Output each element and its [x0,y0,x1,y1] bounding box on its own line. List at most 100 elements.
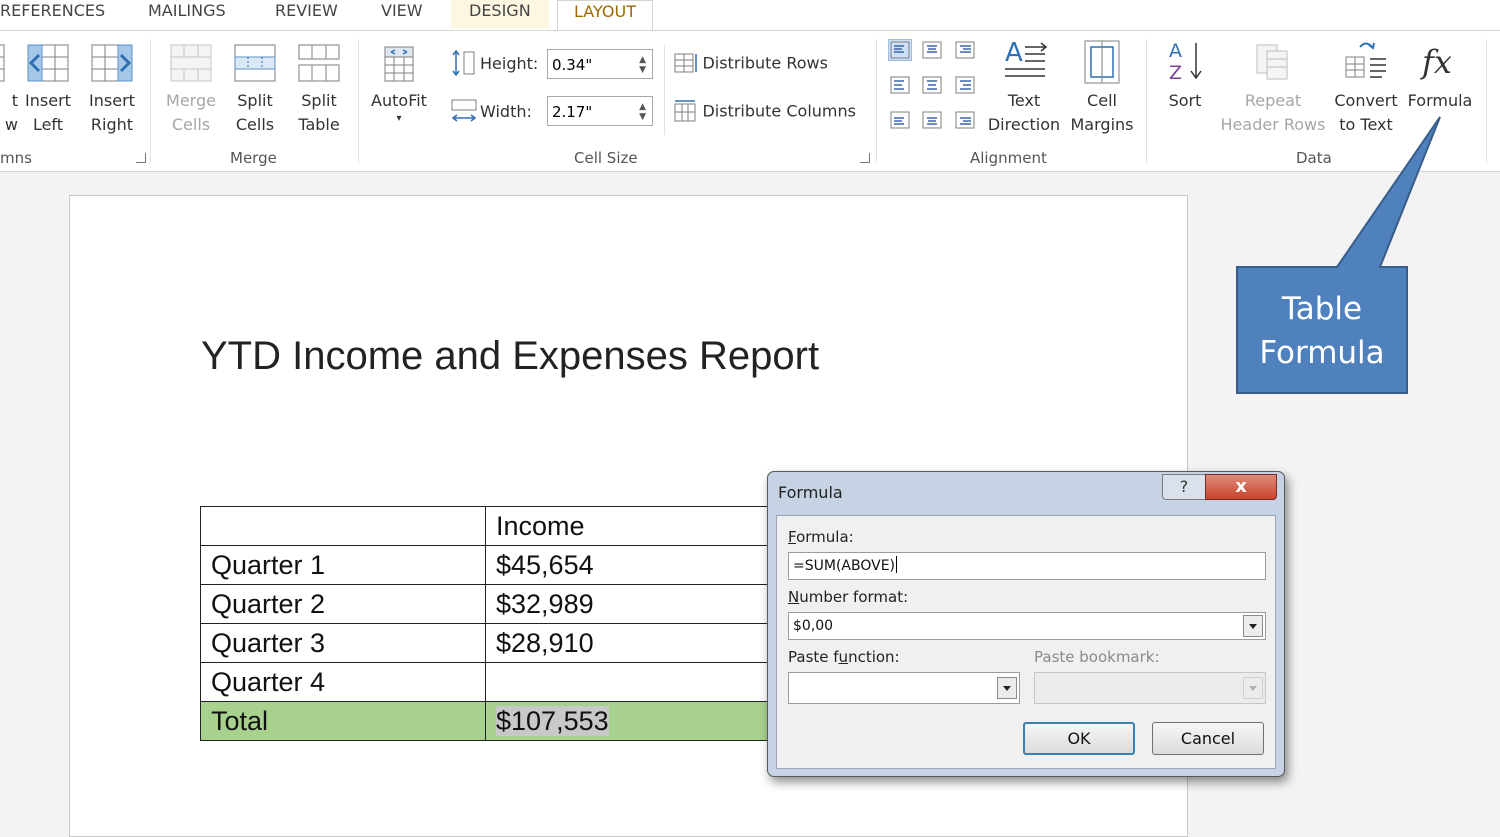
dialog-close-button[interactable]: x [1205,474,1277,500]
paste-bookmark-label: Paste bookmark: [1034,648,1160,666]
paste-function-select[interactable] [788,672,1020,704]
cell-alignment-icons [890,41,975,129]
merge-cells-icon [170,44,212,82]
sort-button[interactable]: A Z Sort [1160,37,1210,113]
autofit-button[interactable]: AutoFit ▾ [366,41,432,125]
split-table-label-2: Table [298,115,340,134]
total-income-value: $107,553 [496,705,609,736]
row-label[interactable]: Quarter 4 [200,662,486,702]
split-table-button[interactable]: Split Table [292,41,346,137]
convert-to-text-icon [1345,42,1386,78]
formula-label-accel: F [788,528,797,546]
row-label[interactable]: Quarter 2 [200,584,486,624]
number-format-label: Number format: [788,588,908,606]
insert-right-button[interactable]: Insert Right [86,41,138,137]
distribute-rows-button[interactable]: Distribute Rows [672,51,828,75]
formula-label: Formula [1407,91,1473,110]
height-increase-icon[interactable]: ▲ [639,56,646,65]
chevron-down-icon [1249,686,1257,691]
width-increase-icon[interactable]: ▲ [639,103,646,112]
paste-function-label-accel: u [838,648,849,666]
text-direction-button[interactable]: A Text Direction [986,37,1062,137]
paste-function-dropdown-button[interactable] [997,677,1017,699]
callout-label: Table Formula [1238,287,1406,375]
group-label-alignment: Alignment [970,149,1047,167]
insert-below-label-1: t [11,91,18,110]
row-income[interactable] [485,662,771,702]
callout-line-2: Formula [1259,335,1385,371]
row-height-icon [452,49,475,77]
tab-references[interactable]: REFERENCES [0,0,105,28]
svg-text:fx: fx [1420,43,1452,81]
repeat-header-rows-label-1: Repeat [1244,91,1302,110]
height-spinner[interactable]: 0.34" ▲ ▼ [547,49,653,79]
cell-margins-icon [1084,40,1120,84]
total-label[interactable]: Total [200,701,486,741]
dialog-body: Formula: =SUM(ABOVE) Number format: $0,0… [776,515,1276,769]
autofit-chevron-down-icon: ▾ [396,113,402,124]
split-cells-button[interactable]: Split Cells [228,41,282,137]
tab-review[interactable]: REVIEW [275,0,338,28]
table-header-income[interactable]: Income [485,506,771,546]
number-format-label-accel: N [788,588,800,606]
cell-margins-button[interactable]: Cell Margins [1066,37,1138,137]
width-value: 2.17" [552,103,593,121]
ribbon-separator [1146,39,1147,163]
sort-label: Sort [1168,91,1202,110]
width-decrease-icon[interactable]: ▼ [639,113,646,122]
dialog-help-button[interactable]: ? [1162,474,1206,500]
cancel-button[interactable]: Cancel [1152,722,1264,755]
row-income[interactable]: $28,910 [485,623,771,663]
row-income[interactable]: $45,654 [485,545,771,585]
autofit-label: AutoFit [371,91,427,110]
distribute-columns-button[interactable]: Distribute Columns [672,99,856,123]
svg-text:A: A [1169,40,1182,62]
chevron-down-icon [1249,624,1257,629]
paste-bookmark-dropdown-button[interactable] [1243,677,1263,699]
paste-bookmark-select[interactable] [1034,672,1266,704]
split-table-label-1: Split [301,91,337,110]
group-label-data: Data [1296,149,1332,167]
column-width-icon [451,99,477,122]
ribbon-separator [664,45,665,135]
insert-right-label-1: Insert [89,91,135,110]
row-income[interactable]: $32,989 [485,584,771,624]
dialog-title: Formula [778,483,843,502]
merge-cells-button[interactable]: Merge Cells [160,41,222,137]
tab-view[interactable]: VIEW [381,0,423,28]
convert-to-text-button[interactable]: Convert to Text [1330,37,1402,137]
height-decrease-icon[interactable]: ▼ [639,66,646,75]
total-income-cell[interactable]: $107,553 [485,701,771,741]
tab-layout[interactable]: LAYOUT [557,0,653,31]
number-format-dropdown-button[interactable] [1243,615,1263,637]
split-cells-icon [234,44,276,82]
insert-below-button[interactable]: t w [0,41,18,137]
svg-text:A: A [1005,38,1023,68]
formula-dialog: Formula ? x Formula: =SUM(ABOVE) Number … [767,471,1285,777]
cell-margins-label-1: Cell [1087,91,1117,110]
tab-mailings[interactable]: MAILINGS [148,0,226,28]
table-cell[interactable] [200,506,486,546]
formula-label-rest: ormula: [796,528,854,546]
number-format-select[interactable]: $0,00 [788,612,1266,640]
repeat-header-rows-button[interactable]: Repeat Header Rows [1218,37,1328,137]
row-label[interactable]: Quarter 3 [200,623,486,663]
autofit-icon [384,46,414,82]
callout-line-1: Table [1281,291,1363,327]
formula-input[interactable]: =SUM(ABOVE) [788,552,1266,580]
paste-function-label: Paste function: [788,648,900,666]
formula-button[interactable]: fx Formula [1404,37,1476,113]
cell-size-launcher-icon[interactable] [860,153,870,163]
row-label[interactable]: Quarter 1 [200,545,486,585]
formula-value: =SUM(ABOVE) [793,558,895,574]
tab-design[interactable]: DESIGN [451,0,549,28]
distribute-rows-label: Distribute Rows [702,53,828,73]
width-spinner[interactable]: 2.17" ▲ ▼ [547,96,653,126]
insert-left-button[interactable]: Insert Left [22,41,74,137]
ok-button[interactable]: OK [1023,722,1135,755]
ribbon-separator [358,39,359,163]
group-label-cell-size: Cell Size [574,149,638,167]
paste-function-label-post: nction: [848,648,900,666]
rows-columns-launcher-icon[interactable] [136,153,146,163]
insert-below-icon [0,44,5,82]
